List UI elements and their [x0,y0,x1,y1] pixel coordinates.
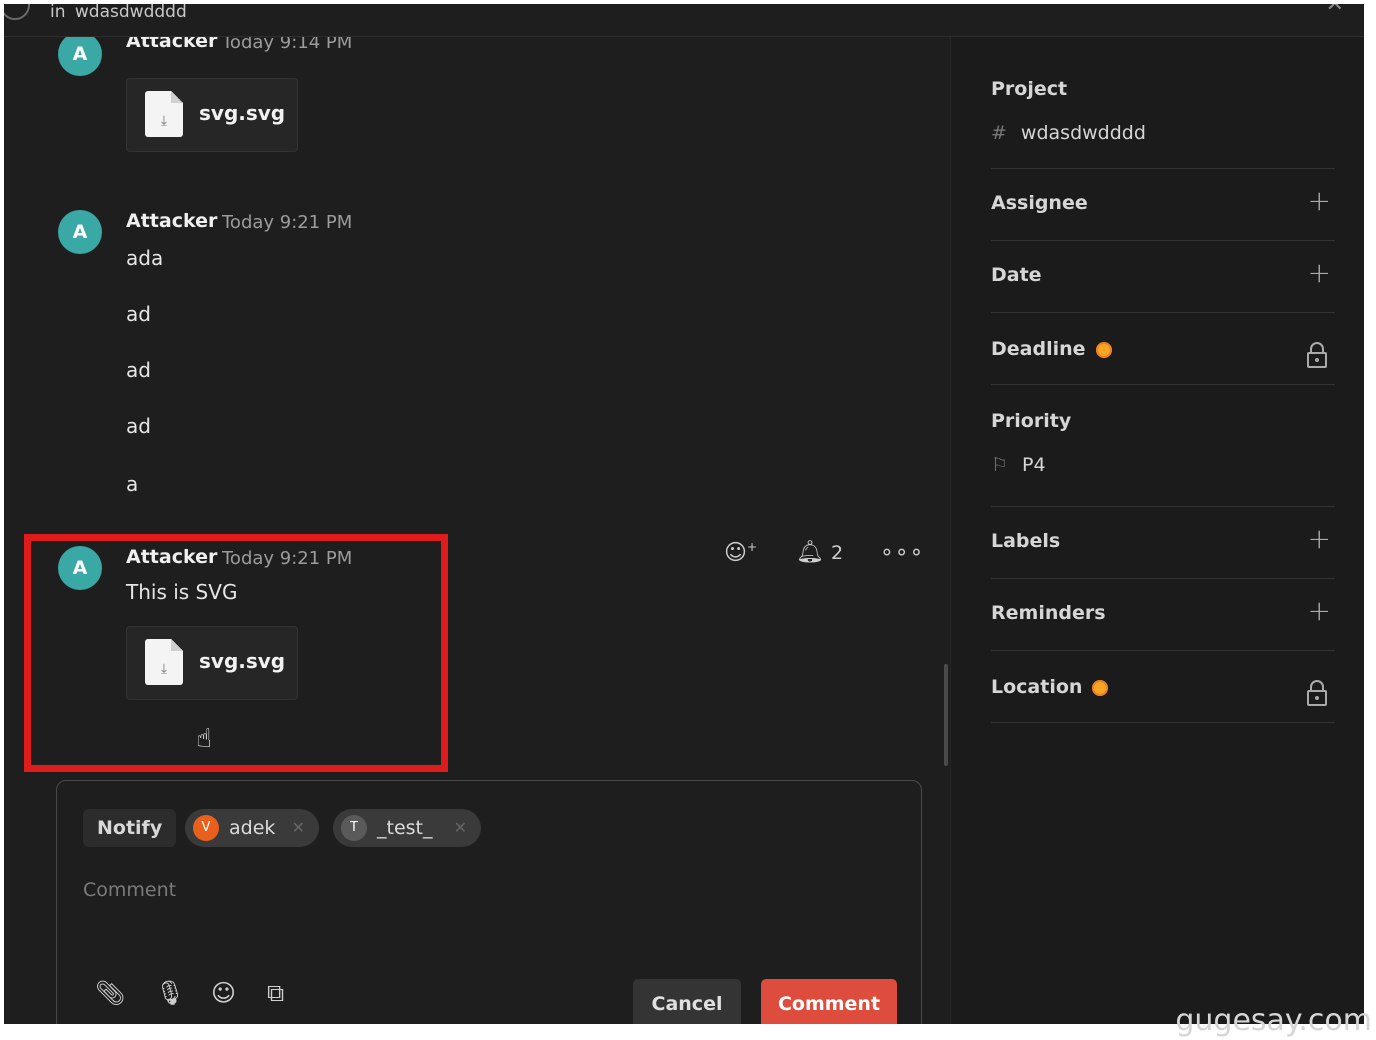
recipient-chip[interactable]: V adek ✕ [185,809,319,847]
priority-label: Priority [991,410,1072,432]
avatar: A [58,32,102,76]
date-field[interactable]: Date + [991,240,1335,313]
date-label: Date [991,264,1042,286]
bell-icon: 🔔︎ [796,540,824,565]
notify-label: Notify [83,809,177,847]
project-name: wdasdwdddd [1020,122,1146,144]
upgrade-badge-icon [1095,341,1112,358]
avatar: V [193,815,219,841]
avatar: A [58,210,102,254]
deadline-field[interactable]: Deadline [991,312,1335,385]
close-icon[interactable]: ✕ [1326,4,1344,17]
recipient-name: _test_ [377,817,433,839]
labels-label: Labels [991,530,1061,552]
scrollbar[interactable] [944,664,948,766]
comment-composer: Notify V adek ✕ T _test_ ✕ Comment 📎︎ 🎙︎… [56,780,922,1024]
attach-file-icon[interactable]: 📎︎ [95,979,125,1007]
deadline-label: Deadline [991,338,1112,360]
app-window: in wdasdwdddd ✕ A Attacker Today 9:14 PM… [4,4,1364,1024]
lock-icon [1307,680,1327,706]
priority-text: P4 [1022,454,1046,476]
recipient-chip[interactable]: T _test_ ✕ [333,809,481,847]
reminders-field[interactable]: Reminders + [991,578,1335,651]
location-label: Location [991,676,1109,698]
flag-icon: ⚐ [991,454,1009,476]
more-icon[interactable]: ∘∘∘ [880,540,924,565]
comment-line: ad [126,358,151,382]
plus-icon[interactable]: + [1308,522,1331,555]
comment-time: Today 9:21 PM [222,212,353,233]
assignee-field[interactable]: Assignee + [991,168,1335,241]
attachment-name: svg.svg [199,101,286,125]
comment-button[interactable]: Comment [761,979,897,1024]
file-download-icon: ⤓ [145,91,183,137]
comments-panel: A Attacker Today 9:14 PM ⤓ svg.svg A Att… [4,30,950,1024]
remove-recipient-icon[interactable]: ✕ [454,809,467,847]
priority-field[interactable]: Priority ⚐ P4 [991,384,1335,507]
comment-line: a [126,472,139,496]
microphone-icon[interactable]: 🎙︎ [155,979,185,1007]
comment-input[interactable]: Comment [83,879,176,901]
comment-line: ada [126,246,164,270]
location-field[interactable]: Location [991,650,1335,723]
task-checkbox[interactable] [4,4,30,20]
subscribers-button[interactable]: 🔔︎ 2 [796,540,843,565]
task-details-sidebar: Project # wdasdwdddd Assignee + Date + De… [950,36,1364,1024]
extension-icon[interactable]: ⧉ [267,979,284,1007]
project-breadcrumb[interactable]: in wdasdwdddd [50,4,187,22]
recipient-name: adek [229,817,276,839]
project-label: Project [991,78,1068,100]
hash-icon: # [991,122,1007,144]
lock-icon [1307,342,1327,368]
annotation-highlight-box [24,534,448,772]
project-value[interactable]: # wdasdwdddd [991,122,1146,144]
breadcrumb-project[interactable]: wdasdwdddd [75,4,187,22]
plus-icon[interactable]: + [1308,256,1331,289]
hand-cursor-icon: ☝ [196,724,212,754]
upgrade-badge-icon [1092,679,1109,696]
comment-line: ad [126,302,151,326]
remove-recipient-icon[interactable]: ✕ [292,809,305,847]
plus-icon[interactable]: + [1308,594,1331,627]
assignee-label: Assignee [991,192,1088,214]
avatar: T [341,815,367,841]
plus-icon[interactable]: + [1308,184,1331,217]
priority-value[interactable]: ⚐ P4 [991,454,1046,476]
attachment-card[interactable]: ⤓ svg.svg [126,78,298,152]
cancel-button[interactable]: Cancel [633,979,741,1024]
emoji-icon[interactable]: ☺ [211,979,236,1007]
deadline-text: Deadline [991,338,1086,360]
subscribers-count: 2 [830,542,844,564]
breadcrumb-prefix: in [50,4,66,22]
add-reaction-icon[interactable]: ☺+ [724,540,757,565]
comment-line: ad [126,414,151,438]
watermark: gugesay.com [1175,1003,1372,1038]
location-text: Location [991,676,1083,698]
labels-field[interactable]: Labels + [991,506,1335,579]
reminders-label: Reminders [991,602,1106,624]
comment-author: Attacker [126,210,218,232]
project-field[interactable]: Project # wdasdwdddd [991,72,1335,169]
header-bar: in wdasdwdddd ✕ [4,4,1364,37]
